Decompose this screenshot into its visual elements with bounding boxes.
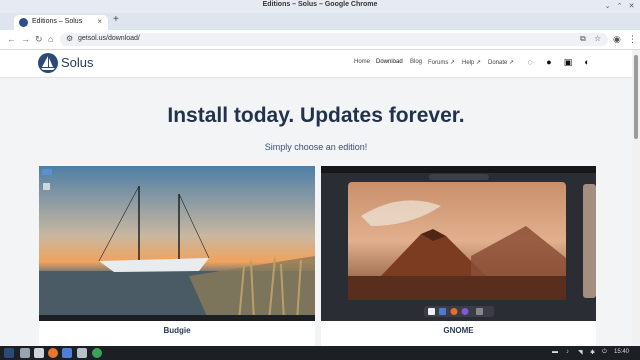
bookmark-star-icon[interactable]: ☆ bbox=[594, 34, 601, 43]
edition-name-gnome[interactable]: GNOME bbox=[321, 326, 596, 335]
gnome-search-field bbox=[429, 174, 489, 180]
nav-help[interactable]: Help ↗ bbox=[462, 59, 481, 66]
nav-forums[interactable]: Forums ↗ bbox=[428, 59, 455, 66]
home-icon[interactable]: ⌂ bbox=[48, 34, 53, 44]
tab-title: Editions – Solus bbox=[32, 18, 83, 25]
matrix-icon[interactable]: ◌ bbox=[525, 57, 535, 67]
desktop-trash-icon bbox=[43, 183, 50, 190]
toolbar: ← → ↻ ⌂ ⚙ getsol.us/download/ ⧉ ☆ ◉ ⋮ bbox=[0, 30, 640, 50]
window-title: Editions – Solus – Google Chrome bbox=[262, 1, 378, 8]
gnome-screenshot bbox=[321, 166, 596, 321]
desktop-taskbar: ▬ ♪ ◥ ✱ ⏻ 15:40 bbox=[0, 346, 640, 360]
nav-home[interactable]: Home bbox=[354, 59, 370, 65]
site-info-icon[interactable]: ⚙ bbox=[66, 34, 73, 43]
url-text[interactable]: getsol.us/download/ bbox=[78, 35, 140, 42]
address-bar[interactable]: ⚙ getsol.us/download/ ⧉ ☆ bbox=[60, 33, 608, 46]
taskbar-clock[interactable]: 15:40 bbox=[614, 349, 629, 355]
nav-blog[interactable]: Blog bbox=[410, 59, 422, 65]
translate-icon[interactable]: ⧉ bbox=[580, 34, 586, 44]
back-icon[interactable]: ← bbox=[7, 34, 16, 44]
forward-icon[interactable]: → bbox=[21, 34, 30, 44]
solus-menu-icon[interactable] bbox=[4, 348, 14, 358]
tab-strip: ▾ Editions – Solus × + bbox=[0, 13, 640, 37]
brand-name[interactable]: Solus bbox=[61, 55, 94, 70]
tray-volume-icon[interactable]: ♪ bbox=[566, 349, 569, 355]
new-tab-icon[interactable]: + bbox=[113, 14, 119, 25]
tab-editions[interactable]: Editions – Solus × bbox=[14, 15, 108, 30]
theme-toggle-icon[interactable]: ◐ bbox=[582, 57, 592, 67]
tray-wifi-icon[interactable]: ◥ bbox=[578, 349, 583, 356]
site-header: Solus Home Download Blog Forums ↗ Help ↗… bbox=[0, 50, 632, 78]
hero-headline: Install today. Updates forever. bbox=[167, 104, 465, 127]
nav-donate[interactable]: Donate ↗ bbox=[488, 59, 514, 66]
tray-power-icon[interactable]: ⏻ bbox=[602, 349, 607, 356]
github-icon[interactable]: ● bbox=[544, 57, 554, 67]
tray-network-icon[interactable]: ▬ bbox=[552, 349, 558, 355]
terminal-icon[interactable] bbox=[34, 348, 44, 358]
tray-bluetooth-icon[interactable]: ✱ bbox=[590, 349, 595, 356]
mail-icon[interactable] bbox=[62, 348, 72, 358]
firefox-icon[interactable] bbox=[48, 348, 58, 358]
hero-subtitle: Simply choose an edition! bbox=[264, 142, 368, 152]
profile-icon[interactable]: ◉ bbox=[613, 34, 621, 45]
app-launcher-icon[interactable] bbox=[77, 348, 87, 358]
edition-card-budgie[interactable]: Budgie bbox=[39, 166, 315, 346]
reload-icon[interactable]: ↻ bbox=[35, 34, 43, 45]
desktop-folder-icon bbox=[42, 169, 52, 175]
edition-card-gnome[interactable]: GNOME bbox=[321, 166, 596, 346]
solus-favicon-icon bbox=[19, 18, 28, 27]
web-page: Solus Home Download Blog Forums ↗ Help ↗… bbox=[0, 50, 632, 346]
close-window-icon[interactable]: ✕ bbox=[627, 2, 636, 11]
page-scrollbar[interactable] bbox=[632, 50, 640, 346]
chrome-icon[interactable] bbox=[92, 348, 102, 358]
close-tab-icon[interactable]: × bbox=[97, 17, 102, 26]
maximize-icon[interactable]: ⌃ bbox=[615, 2, 624, 11]
window-titlebar: Editions – Solus – Google Chrome ⌄ ⌃ ✕ bbox=[0, 0, 640, 13]
edition-name-budgie[interactable]: Budgie bbox=[39, 326, 315, 335]
menu-kebab-icon[interactable]: ⋮ bbox=[628, 34, 637, 45]
scrollbar-thumb[interactable] bbox=[634, 55, 638, 139]
solus-logo-icon[interactable] bbox=[38, 53, 58, 73]
mastodon-icon[interactable]: ▣ bbox=[563, 57, 573, 67]
minimize-icon[interactable]: ⌄ bbox=[603, 2, 612, 11]
files-icon[interactable] bbox=[20, 348, 30, 358]
budgie-screenshot bbox=[39, 166, 315, 322]
nav-download[interactable]: Download bbox=[376, 59, 403, 65]
